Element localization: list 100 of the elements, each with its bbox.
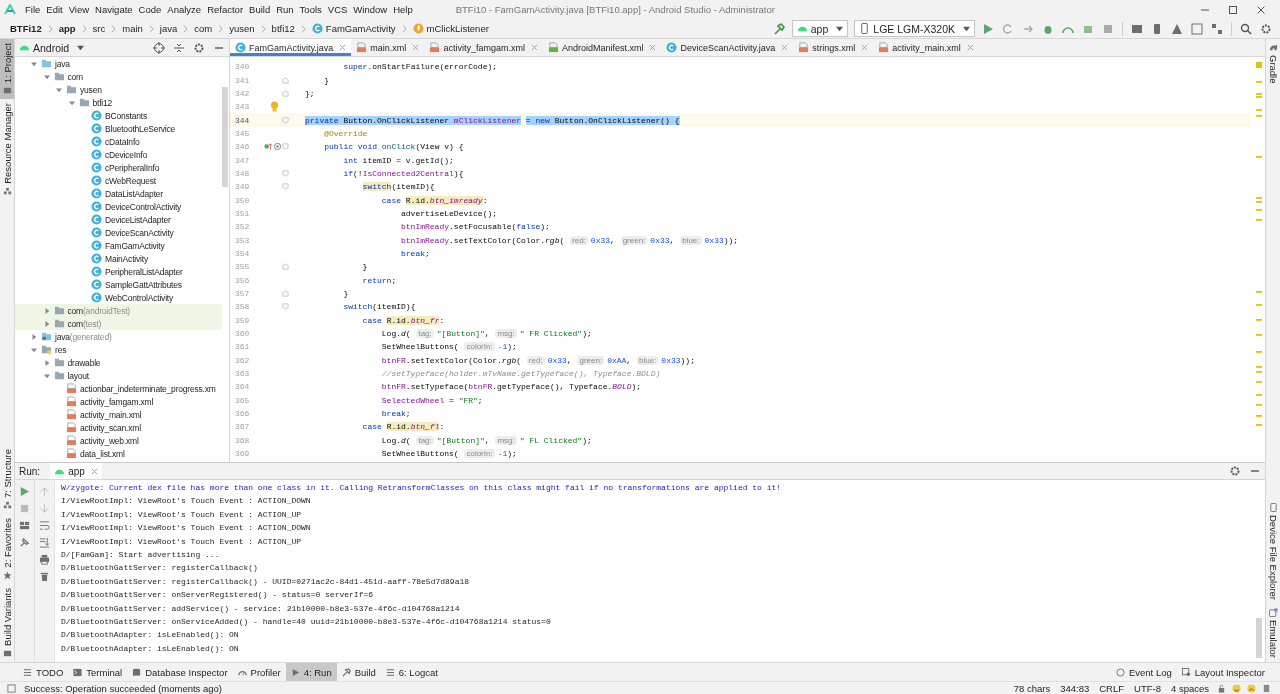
tool-window-tab[interactable]: Resource Manager bbox=[0, 99, 14, 200]
settings-icon[interactable] bbox=[1229, 465, 1241, 477]
breadcrumb-item[interactable]: app bbox=[56, 23, 78, 34]
lock-icon[interactable] bbox=[1217, 683, 1226, 693]
tree-item[interactable]: drawable bbox=[15, 356, 222, 369]
menu-item[interactable]: Code bbox=[135, 4, 165, 15]
caret-icon[interactable] bbox=[56, 86, 62, 93]
override-marker-icon[interactable] bbox=[264, 142, 282, 152]
lightbulb-icon[interactable] bbox=[270, 101, 279, 113]
breadcrumb-item[interactable]: mClickListener bbox=[410, 23, 491, 34]
menu-item[interactable]: Edit bbox=[43, 4, 66, 15]
status-item[interactable]: CRLF bbox=[1099, 682, 1125, 694]
menu-item[interactable]: Analyze bbox=[164, 4, 205, 15]
tree-item[interactable]: yusen bbox=[15, 83, 222, 96]
caret-icon[interactable] bbox=[68, 99, 75, 106]
close-icon[interactable] bbox=[1256, 4, 1266, 15]
tree-item[interactable]: BConstants bbox=[15, 109, 222, 122]
breadcrumb-item[interactable]: main bbox=[120, 23, 145, 34]
tree-item[interactable]: activity_main.xml bbox=[15, 408, 222, 421]
scrollbar[interactable] bbox=[1256, 618, 1262, 658]
tool-window-tab[interactable]: 7: Structure bbox=[0, 445, 14, 515]
tree-item[interactable]: com(test) bbox=[15, 317, 222, 330]
menu-item[interactable]: Help bbox=[390, 4, 416, 15]
caret-icon[interactable] bbox=[31, 346, 37, 353]
editor-tab[interactable]: DeviceScanActivity.java bbox=[661, 39, 794, 56]
tree-item[interactable]: DeviceScanActivity bbox=[15, 226, 222, 239]
fold-icon[interactable] bbox=[282, 116, 289, 124]
tree-item[interactable]: layout bbox=[15, 369, 222, 382]
tool-window-tab[interactable]: Device File Explorer bbox=[1266, 499, 1280, 604]
fold-icon[interactable] bbox=[282, 143, 289, 151]
run-icon[interactable] bbox=[982, 22, 994, 35]
caret-icon[interactable] bbox=[43, 320, 50, 327]
tool-window-tab[interactable]: Gradle bbox=[1266, 39, 1280, 88]
device-dropdown[interactable]: LGE LGM-X320K bbox=[854, 20, 975, 37]
tree-item[interactable]: data_list.xml bbox=[15, 447, 222, 460]
tree-item[interactable]: java(generated) bbox=[15, 330, 222, 343]
breadcrumb-item[interactable]: FamGamActivity bbox=[309, 23, 398, 34]
tool-window-tab[interactable]: 1: Project bbox=[0, 39, 14, 100]
tool-window-tab[interactable]: Build Variants bbox=[0, 584, 14, 662]
tree-item[interactable]: activity_scan.xml bbox=[15, 421, 222, 434]
tree-item[interactable]: java bbox=[15, 57, 222, 70]
status-item[interactable]: 4 spaces bbox=[1170, 682, 1209, 694]
editor-tab[interactable]: main.xml bbox=[351, 39, 425, 56]
print-icon[interactable] bbox=[39, 554, 50, 565]
maximize-icon[interactable] bbox=[1228, 4, 1238, 15]
tree-item[interactable]: com(androidTest) bbox=[15, 304, 222, 317]
tool-window-tab[interactable]: Emulator bbox=[1266, 604, 1280, 662]
tree-item[interactable]: SampleGattAttributes bbox=[15, 278, 222, 291]
tree-item[interactable]: WebControlActivity bbox=[15, 291, 222, 304]
tool-window-button[interactable]: Build bbox=[336, 663, 381, 681]
tool-window-button[interactable]: 4: Run bbox=[285, 663, 337, 681]
menu-item[interactable]: Build bbox=[246, 4, 274, 15]
scroll-to-end-icon[interactable] bbox=[39, 537, 50, 548]
tree-item[interactable]: cPeripheralInfo bbox=[15, 161, 222, 174]
tree-item[interactable]: MainActivity bbox=[15, 252, 222, 265]
tool-window-button[interactable]: Profiler bbox=[232, 663, 286, 681]
menu-item[interactable]: Navigate bbox=[92, 4, 136, 15]
tool-window-button[interactable]: TODO bbox=[18, 663, 69, 681]
tree-item[interactable]: cDataInfo bbox=[15, 135, 222, 148]
editor-tab[interactable]: activity_main.xml bbox=[873, 39, 979, 56]
tree-item[interactable]: DataListAdapter bbox=[15, 187, 222, 200]
scrollbar[interactable] bbox=[222, 87, 228, 187]
breadcrumb-item[interactable]: BTFi12 bbox=[8, 23, 44, 34]
tree-item[interactable]: btfi12 bbox=[15, 96, 222, 109]
breadcrumb-item[interactable]: com bbox=[192, 23, 215, 34]
tree-item[interactable]: BluetoothLeService bbox=[15, 122, 222, 135]
tree-item[interactable]: DeviceListAdapter bbox=[15, 213, 222, 226]
up-arrow-icon[interactable] bbox=[39, 486, 50, 497]
editor-tab[interactable]: strings.xml bbox=[793, 39, 874, 56]
tree-item[interactable]: FamGamActivity bbox=[15, 239, 222, 252]
project-structure-icon[interactable] bbox=[1211, 22, 1223, 35]
tree-item[interactable]: PeripheralListAdapter bbox=[15, 265, 222, 278]
caret-icon[interactable] bbox=[43, 73, 50, 80]
collapse-all-icon[interactable] bbox=[173, 41, 185, 54]
tree-item[interactable]: activity_web.xml bbox=[15, 434, 222, 447]
menu-item[interactable]: VCS bbox=[324, 4, 351, 15]
tree-item[interactable]: DeviceControlActivity bbox=[15, 200, 222, 213]
tree-item[interactable]: activity_famgam.xml bbox=[15, 395, 222, 408]
search-icon[interactable] bbox=[1240, 22, 1252, 35]
breadcrumb-item[interactable]: src bbox=[90, 23, 108, 34]
hammer-icon[interactable] bbox=[772, 22, 785, 35]
down-arrow-icon[interactable] bbox=[39, 503, 50, 514]
status-item[interactable]: 78 chars bbox=[1013, 682, 1051, 694]
caret-icon[interactable] bbox=[43, 372, 50, 379]
tool-window-button[interactable]: 6: Logcat bbox=[380, 663, 443, 681]
tree-item[interactable]: actionbar_indeterminate_progress.xm bbox=[15, 382, 222, 395]
breadcrumb-item[interactable]: yusen bbox=[227, 23, 257, 34]
soft-wrap-icon[interactable] bbox=[39, 520, 50, 531]
settings-icon[interactable] bbox=[1260, 22, 1272, 35]
status-item[interactable]: UTF-8 bbox=[1134, 682, 1161, 694]
tool-window-tab[interactable]: 2: Favorites bbox=[0, 514, 14, 585]
pin-icon[interactable] bbox=[19, 537, 30, 548]
stop-icon[interactable] bbox=[19, 503, 30, 514]
editor-tab[interactable]: FamGamActivity.java bbox=[230, 39, 352, 56]
tree-item[interactable]: cWebRequest bbox=[15, 174, 222, 187]
trash-icon[interactable] bbox=[39, 571, 50, 582]
tree-item[interactable]: cDeviceInfo bbox=[15, 148, 222, 161]
run-configuration-dropdown[interactable]: app bbox=[791, 20, 849, 37]
smiley-icon[interactable] bbox=[1232, 683, 1241, 693]
caret-icon[interactable] bbox=[43, 307, 50, 314]
